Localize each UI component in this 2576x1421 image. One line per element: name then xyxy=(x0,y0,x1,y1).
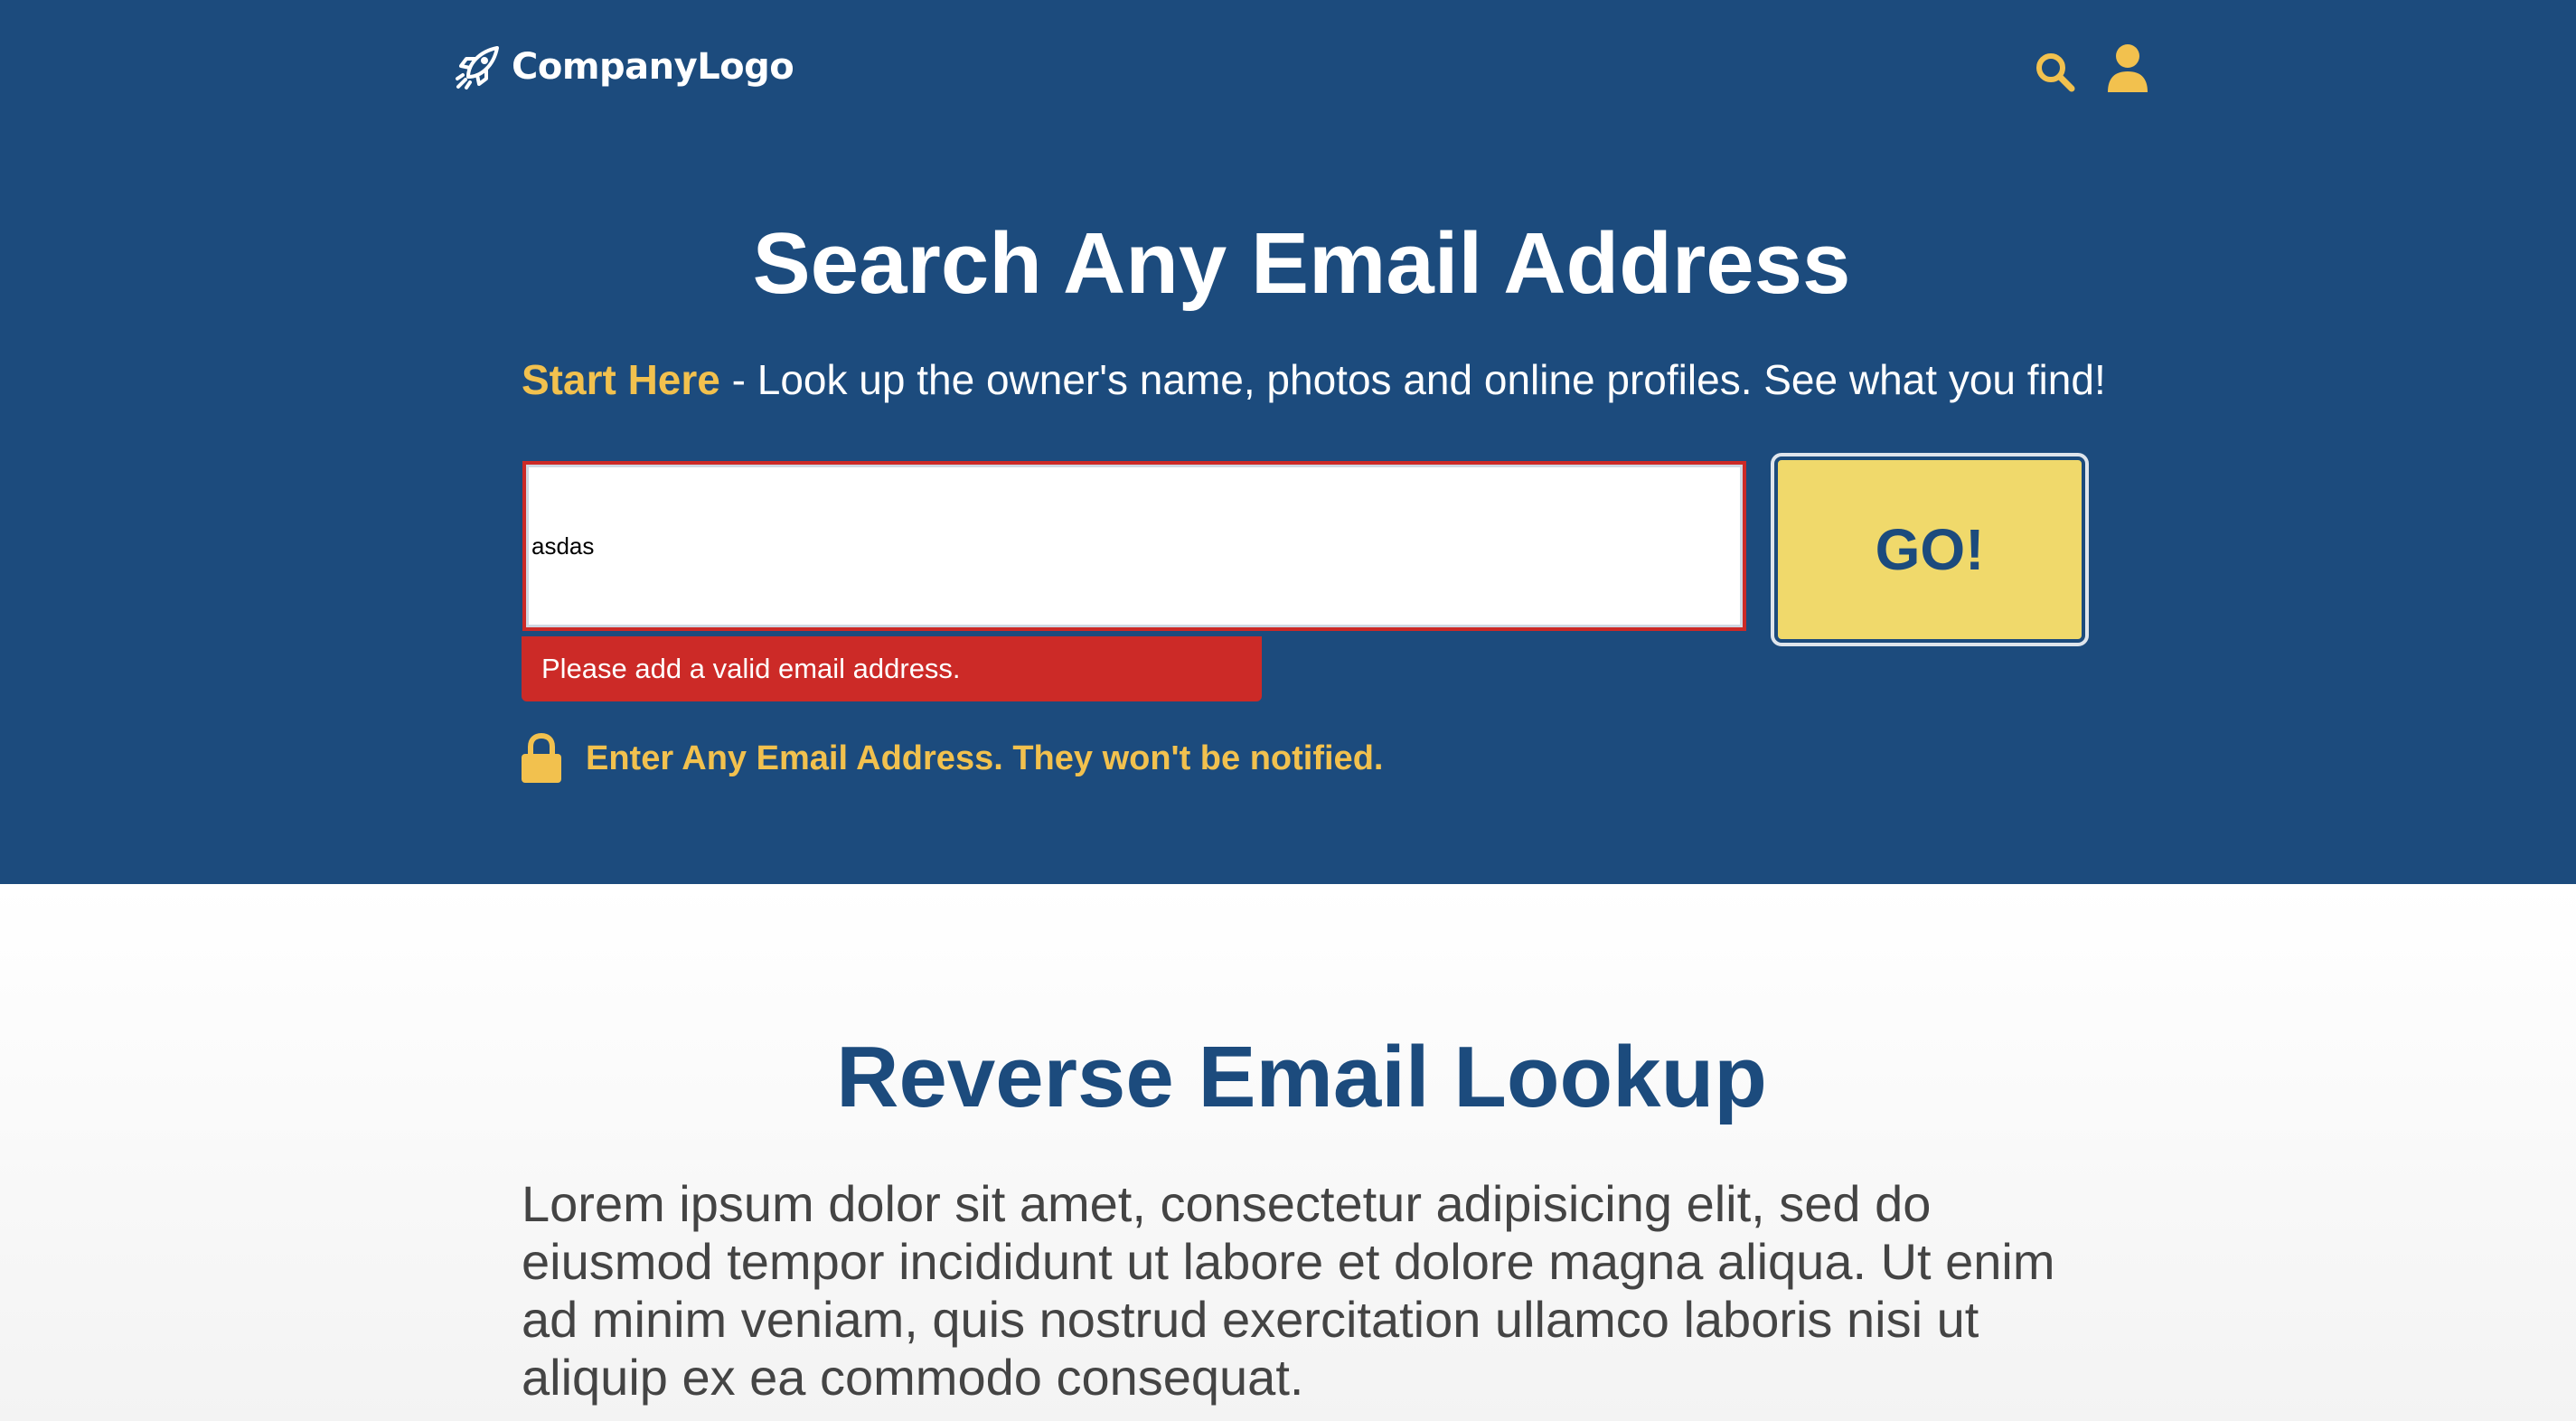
start-here-label: Start Here xyxy=(522,356,720,403)
user-icon[interactable] xyxy=(2106,43,2149,94)
company-logo[interactable]: CompanyLogo xyxy=(454,42,794,92)
subtitle-text: - Look up the owner's name, photos and o… xyxy=(719,356,2106,403)
rocket-icon xyxy=(456,46,499,89)
hero-title: Search Any Email Address xyxy=(752,215,1851,312)
hero-subtitle: Start Here - Look up the owner's name, p… xyxy=(522,353,2106,407)
email-error-message: Please add a valid email address. xyxy=(522,636,1262,701)
section-body-text: Lorem ipsum dolor sit amet, consectetur … xyxy=(522,1175,2055,1406)
hero-section: CompanyLogo Search Any Email Address Sta… xyxy=(0,0,2576,884)
lock-icon xyxy=(522,732,561,783)
search-icon[interactable] xyxy=(2034,51,2075,92)
logo-text: CompanyLogo xyxy=(512,46,794,88)
section-title: Reverse Email Lookup xyxy=(836,1029,1767,1125)
privacy-notice: Enter Any Email Address. They won't be n… xyxy=(586,739,1384,777)
email-search-input[interactable] xyxy=(522,461,1746,631)
go-button[interactable]: GO! xyxy=(1771,453,2089,646)
